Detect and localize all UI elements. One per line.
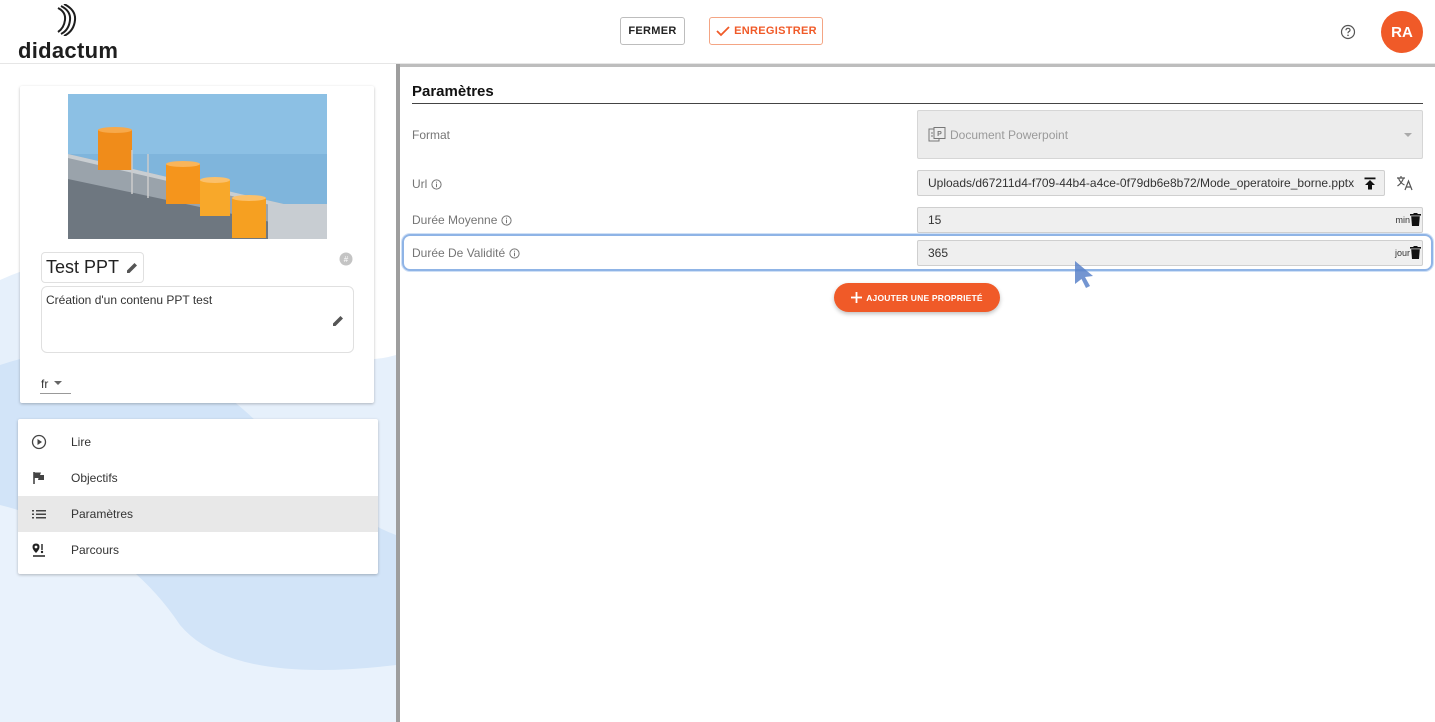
close-button-label: FERMER <box>628 25 677 37</box>
info-icon[interactable] <box>509 247 520 259</box>
menu-item-objectifs[interactable]: Objectifs <box>18 460 378 496</box>
check-icon <box>716 26 730 37</box>
url-label: Url <box>412 177 442 191</box>
duree-validite-unit: jour <box>1394 248 1410 258</box>
app-header: didactum FERMER ENREGISTRER RA <box>0 0 1435 64</box>
format-label-text: Format <box>412 128 451 142</box>
menu-label: Objectifs <box>71 471 118 485</box>
play-circle-icon <box>31 434 47 450</box>
menu-label: Parcours <box>71 543 120 557</box>
thumbnail-image <box>68 94 327 239</box>
content-menu: Lire Objectifs Paramètres Parcours <box>18 419 378 574</box>
duree-moyenne-label: Durée Moyenne <box>412 213 512 227</box>
info-icon[interactable] <box>431 178 442 190</box>
help-icon[interactable] <box>1340 24 1356 40</box>
format-label: Format <box>412 128 450 142</box>
list-icon <box>32 510 46 519</box>
title-field[interactable]: Test PPT <box>41 252 145 283</box>
main-top-rule <box>400 64 1435 67</box>
logo-mark-icon <box>57 4 77 36</box>
dropdown-arrow-icon <box>54 381 63 385</box>
url-label-text: Url <box>412 177 428 191</box>
content-title: Test PPT <box>46 257 120 277</box>
trash-icon[interactable] <box>1410 213 1421 226</box>
description-field[interactable]: Création d'un contenu PPT test <box>41 286 354 353</box>
url-field[interactable]: Uploads/d67211d4-f709-44b4-a4ce-0f79db6e… <box>917 170 1385 196</box>
mouse-cursor-icon <box>1075 261 1093 288</box>
duree-validite-value: 365 <box>928 246 949 260</box>
route-icon <box>32 543 45 557</box>
plus-icon <box>851 292 863 303</box>
info-icon[interactable] <box>501 214 512 226</box>
save-button[interactable]: ENREGISTRER <box>709 17 823 45</box>
flag-icon <box>33 472 44 484</box>
didactum-logo[interactable]: didactum <box>18 4 128 63</box>
section-divider <box>412 103 1423 104</box>
menu-item-lire[interactable]: Lire <box>18 424 378 460</box>
duree-validite-label: Durée De Validité <box>412 246 520 260</box>
section-title: Paramètres <box>412 83 494 100</box>
format-value: P Document Powerpoint <box>928 126 1069 143</box>
url-value: Uploads/d67211d4-f709-44b4-a4ce-0f79db6e… <box>928 176 1355 190</box>
duree-moyenne-value: 15 <box>928 213 942 227</box>
svg-text:P: P <box>937 131 942 138</box>
menu-label: Paramètres <box>71 507 134 521</box>
hash-badge-icon[interactable]: # <box>339 252 353 266</box>
content-thumbnail[interactable] <box>68 94 327 239</box>
translate-icon[interactable] <box>1396 175 1414 191</box>
duree-validite-label-text: Durée De Validité <box>412 246 506 260</box>
duree-moyenne-unit: min <box>1395 215 1410 225</box>
duree-moyenne-label-text: Durée Moyenne <box>412 213 498 227</box>
menu-label: Lire <box>71 435 92 449</box>
language-select[interactable]: fr <box>40 374 71 394</box>
panel-divider[interactable] <box>396 64 400 722</box>
avatar-initials: RA <box>1391 23 1413 41</box>
language-value: fr <box>41 376 49 391</box>
duree-validite-input[interactable]: 365 jour <box>917 240 1423 266</box>
svg-text:#: # <box>344 255 349 264</box>
close-button[interactable]: FERMER <box>620 17 685 45</box>
edit-pencil-icon[interactable] <box>331 314 345 328</box>
logo-text: didactum <box>18 38 119 63</box>
add-property-button[interactable]: AJOUTER UNE PROPRIETÉ <box>834 283 1000 312</box>
add-property-label: AJOUTER UNE PROPRIETÉ <box>866 292 983 303</box>
trash-icon[interactable] <box>1410 246 1421 259</box>
menu-item-parcours[interactable]: Parcours <box>18 532 378 568</box>
save-button-label: ENREGISTRER <box>734 25 817 37</box>
edit-pencil-icon[interactable] <box>125 261 139 275</box>
dropdown-arrow-icon <box>1404 133 1412 137</box>
user-avatar[interactable]: RA <box>1381 11 1423 53</box>
powerpoint-file-icon: P <box>928 126 946 141</box>
content-description: Création d'un contenu PPT test <box>46 293 213 307</box>
format-value-text: Document Powerpoint <box>950 127 1069 142</box>
upload-icon[interactable] <box>1364 177 1376 190</box>
menu-item-parametres[interactable]: Paramètres <box>18 496 378 532</box>
duree-moyenne-input[interactable]: 15 min <box>917 207 1423 233</box>
content-card: Test PPT # Création d'un contenu PPT tes… <box>20 86 374 403</box>
format-select[interactable]: P Document Powerpoint <box>917 110 1423 159</box>
left-panel: Test PPT # Création d'un contenu PPT tes… <box>0 65 396 722</box>
